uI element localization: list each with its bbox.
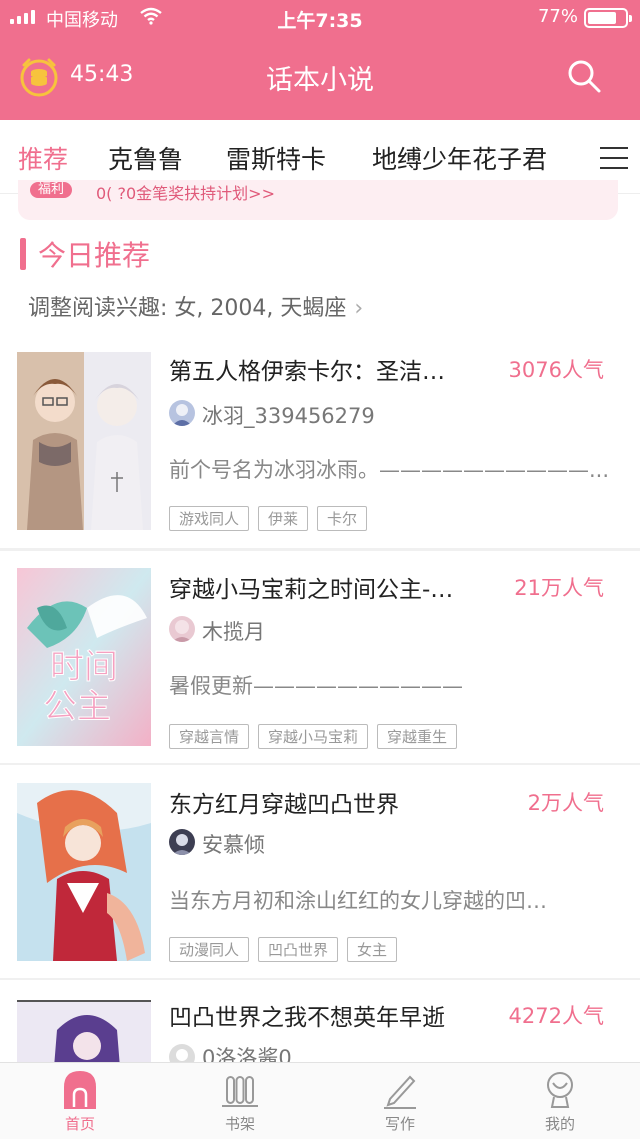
- menu-icon[interactable]: [600, 146, 628, 170]
- profile-icon: [547, 1072, 573, 1108]
- tab-category[interactable]: 克鲁鲁: [108, 140, 183, 176]
- book-card[interactable]: 时间 公主 穿越小马宝莉之时间公主-… 21万人气 木揽月 暑假更新——————…: [0, 548, 640, 763]
- divider: [0, 978, 640, 980]
- svg-text:时间: 时间: [50, 647, 118, 687]
- tag-list: 游戏同人 伊莱 卡尔: [169, 506, 368, 531]
- divider: [0, 763, 640, 765]
- book-cover[interactable]: [17, 783, 151, 961]
- promo-text: 0( ?0金笔奖扶持计划>>: [96, 184, 275, 203]
- divider: [0, 548, 640, 551]
- book-tag[interactable]: 凹凸世界: [258, 937, 339, 962]
- battery-percent: 77%: [537, 6, 578, 27]
- popularity-count: 4272人气: [508, 1004, 604, 1028]
- book-title[interactable]: 穿越小马宝莉之时间公主-…: [169, 570, 489, 604]
- pen-icon: [384, 1075, 416, 1109]
- author-name[interactable]: 安慕倾: [202, 829, 265, 859]
- promo-banner[interactable]: 福利 0( ?0金笔奖扶持计划>>: [18, 180, 618, 220]
- nav-label: 首页: [64, 1115, 95, 1133]
- book-card[interactable]: 凹凸世界之我不想英年早逝 4272人气 0洛洛酱0: [0, 978, 640, 1062]
- nav-write[interactable]: 写作: [350, 1069, 450, 1134]
- popularity-count: 3076人气: [508, 358, 604, 382]
- book-cover[interactable]: [17, 352, 151, 530]
- app-header: 中国移动 上午7:35 77% 45:43 话本小说: [0, 0, 640, 120]
- chevron-right-icon: ›: [354, 296, 364, 321]
- tag-list: 穿越言情 穿越小马宝莉 穿越重生: [169, 724, 458, 749]
- promo-badge: 福利: [30, 182, 73, 198]
- battery-icon: [584, 8, 632, 28]
- book-card[interactable]: 东方红月穿越凹凸世界 2万人气 安慕倾 当东方月初和涂山红红的女儿穿越的凹… 动…: [0, 763, 640, 978]
- home-icon: [64, 1071, 96, 1109]
- book-description: 当东方月初和涂山红红的女儿穿越的凹…: [169, 889, 547, 913]
- nav-bookshelf[interactable]: 书架: [190, 1069, 290, 1134]
- nav-label: 写作: [384, 1115, 415, 1133]
- book-title[interactable]: 东方红月穿越凹凸世界: [169, 785, 489, 819]
- nav-profile[interactable]: 我的: [510, 1069, 610, 1134]
- book-tag[interactable]: 穿越小马宝莉: [258, 724, 369, 749]
- popularity-count: 2万人气: [527, 791, 604, 815]
- book-tag[interactable]: 卡尔: [317, 506, 368, 531]
- author-avatar: [169, 400, 195, 426]
- book-title[interactable]: 凹凸世界之我不想英年早逝: [169, 998, 489, 1032]
- tag-list: 动漫同人 凹凸世界 女主: [169, 937, 398, 962]
- book-title[interactable]: 第五人格伊索卡尔：圣洁…: [169, 352, 489, 386]
- section-title: 今日推荐: [38, 239, 151, 272]
- bottom-nav: 首页 书架 写作 我的: [0, 1062, 640, 1139]
- tab-recommend[interactable]: 推荐: [18, 140, 68, 176]
- book-description: 前个号名为冰羽冰雨。——————————...: [169, 458, 610, 482]
- book-cover[interactable]: 时间 公主: [17, 568, 151, 746]
- author-avatar: [169, 829, 195, 855]
- book-cover[interactable]: [17, 1000, 151, 1062]
- book-tag[interactable]: 穿越重生: [377, 724, 458, 749]
- tab-category[interactable]: 雷斯特卡: [226, 140, 326, 176]
- reading-interest-link[interactable]: 调整阅读兴趣: 女, 2004, 天蝎座 ›: [28, 290, 363, 322]
- reading-interest-text: 调整阅读兴趣: 女, 2004, 天蝎座: [28, 296, 347, 321]
- author-name[interactable]: 0洛洛酱0: [202, 1042, 292, 1062]
- nav-home[interactable]: 首页: [30, 1069, 130, 1134]
- nav-label: 我的: [544, 1115, 575, 1133]
- author-name[interactable]: 冰羽_339456279: [202, 400, 375, 430]
- tab-category[interactable]: 地缚少年花子君: [372, 140, 547, 176]
- author-avatar: [169, 616, 195, 642]
- book-tag[interactable]: 伊莱: [258, 506, 309, 531]
- section-marker: [20, 238, 26, 270]
- book-tag[interactable]: 女主: [347, 937, 398, 962]
- book-tag[interactable]: 游戏同人: [169, 506, 250, 531]
- popularity-count: 21万人气: [514, 576, 604, 600]
- author-name[interactable]: 木揽月: [202, 616, 265, 646]
- search-icon[interactable]: [566, 58, 602, 94]
- book-tag[interactable]: 动漫同人: [169, 937, 250, 962]
- book-tag[interactable]: 穿越言情: [169, 724, 250, 749]
- bookshelf-icon: [222, 1076, 258, 1107]
- svg-text:公主: 公主: [43, 687, 111, 727]
- status-bar: 中国移动 上午7:35 77%: [0, 0, 640, 36]
- app-title: 话本小说: [266, 65, 374, 96]
- author-avatar: [169, 1044, 195, 1062]
- book-description: 暑假更新——————————: [169, 674, 463, 698]
- nav-label: 书架: [224, 1115, 255, 1133]
- book-card[interactable]: 第五人格伊索卡尔：圣洁… 3076人气 冰羽_339456279 前个号名为冰羽…: [0, 336, 640, 548]
